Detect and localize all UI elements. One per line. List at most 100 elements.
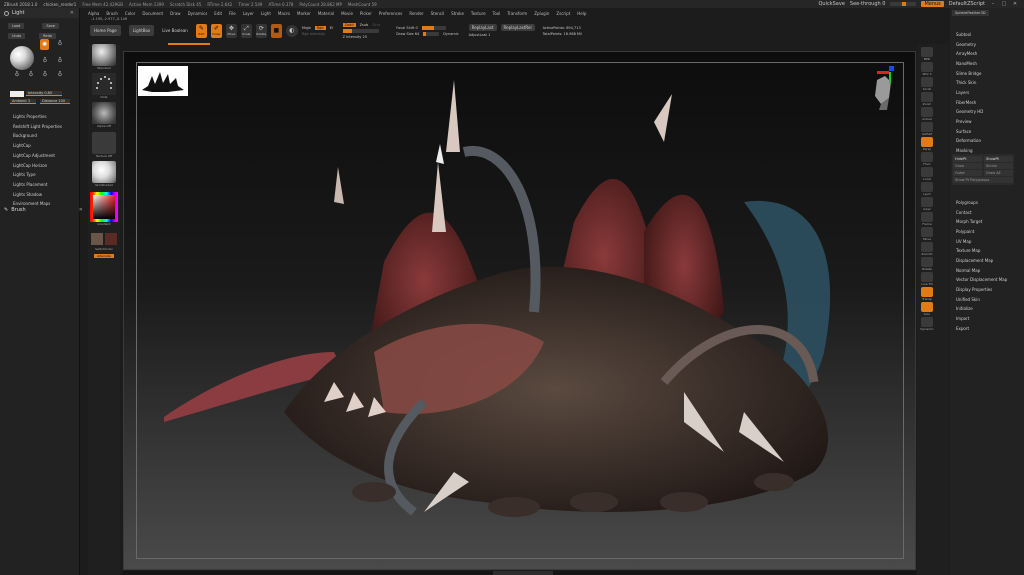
light-sphere-preview[interactable] [10,46,34,70]
menu-stroke[interactable]: Stroke [451,11,464,16]
subpalette-normal-map[interactable]: Normal Map [956,266,1007,276]
bottom-shelf-handle[interactable] [493,571,553,575]
subpalette-lightcap[interactable]: LightCap [13,141,62,151]
color-picker[interactable]: Gradient [90,192,118,226]
menu-alpha[interactable]: Alpha [88,11,99,16]
mrgb-toggle[interactable]: Mrgb [302,26,311,30]
draw-button[interactable]: ✐ Draw [210,23,222,38]
frame-button[interactable]: Frame [920,212,934,226]
menu-movie[interactable]: Movie [341,11,353,16]
spix-3-button[interactable]: SPix 3 [920,62,934,76]
focal-shift-slider[interactable] [421,25,446,30]
subpalette-polypaint[interactable]: Polypaint [956,227,1007,237]
menu-file[interactable]: File [229,11,236,16]
subpalette-surface[interactable]: Surface [956,127,983,137]
brush-selector[interactable]: Standard [91,44,117,70]
light-bulb-icon[interactable]: ♁ [57,71,63,78]
menu-stencil[interactable]: Stencil [431,11,445,16]
menu-draw[interactable]: Draw [170,11,180,16]
dynamic-toggle[interactable]: Dynamic [443,32,458,36]
subpalette-lights-shadow[interactable]: Lights Shadow [13,190,62,200]
stroke-icon[interactable]: ◐ [285,24,298,37]
subpalette-morph-target[interactable]: Morph Target [956,217,1007,227]
show-pt-polygroups-button[interactable]: Show Pt Polygroups [953,177,1013,183]
menu-dynamics[interactable]: Dynamics [188,11,208,16]
quicksave-button[interactable]: QuickSave [818,1,844,7]
subpalette-display-properties[interactable]: Display Properties [956,285,1007,295]
subpalette-vector-displacement-map[interactable]: Vector Displacement Map [956,275,1007,285]
subpalette-thick-skin[interactable]: Thick Skin [956,78,983,88]
hidept-button[interactable]: HidePt [953,156,982,162]
menu-render[interactable]: Render [409,11,423,16]
secondary-color-swatch[interactable] [105,233,117,245]
bpr-button[interactable]: BPR [920,47,934,61]
subpalette-initialize[interactable]: Initialize [956,304,1007,314]
aahalf-button[interactable]: AAHalf [920,122,934,136]
zoomd-button[interactable]: ZoomD [920,242,934,256]
menu-color[interactable]: Color [125,11,135,16]
menu-macro[interactable]: Macro [278,11,290,16]
subpalette-lights-placement[interactable]: Lights Placement [13,180,62,190]
undo-button[interactable]: Undo [8,33,26,39]
subpalette-nanomesh[interactable]: NanoMesh [956,59,983,69]
grow-button[interactable]: Grow [953,163,982,169]
menu-zscript[interactable]: Zscript [556,11,570,16]
maximize-icon[interactable]: □ [1001,1,1007,7]
light-bulb-icon[interactable]: ♁ [42,71,48,78]
menu-layer[interactable]: Layer [243,11,254,16]
canvas-viewport[interactable] [123,51,916,570]
live-boolean-button[interactable]: Live Boolean [158,25,192,36]
subpalette-redshift-light-properties[interactable]: Redshift Light Properties [13,122,62,132]
gxyz-button[interactable]: Gxyz [920,197,934,211]
floor-button[interactable]: Floor [920,152,934,166]
brush-palette-close-icon[interactable]: ✕ [79,207,83,213]
subpalette-geometry-hd[interactable]: Geometry HD [956,107,983,117]
light-bulb-icon[interactable]: ♁ [14,71,20,78]
edit-button[interactable]: ✎ Edit [195,23,207,38]
subpalette-lights-properties[interactable]: Lights Properties [13,112,62,122]
zcut-toggle[interactable]: Zcut [372,23,380,27]
menu-edit[interactable]: Edit [214,11,222,16]
intensity-slider[interactable]: Intensity 0.85 [26,91,62,96]
minimize-icon[interactable]: – [990,1,996,7]
subpalette-background[interactable]: Background [13,131,62,141]
rgb-toggle[interactable]: Rgb [314,25,326,30]
move-button[interactable]: Move [920,227,934,241]
menu-brush[interactable]: Brush [106,11,118,16]
material-swatch-button[interactable]: ■ [270,23,282,38]
light-bulb-icon[interactable]: ♁ [57,40,63,47]
subpalette-uv-map[interactable]: UV Map [956,237,1007,247]
alpha-selector[interactable]: Alpha Off [91,102,117,128]
save-button[interactable]: Save [42,23,59,29]
subpalette-contact[interactable]: Contact [956,208,1007,218]
rgb-intensity-label[interactable]: Rgb Intensity [302,32,325,36]
subpalette-preview[interactable]: Preview [956,117,983,127]
scale-button[interactable]: ⤢ Scale [240,23,252,38]
home-page-button[interactable]: Home Page [90,25,121,36]
subpalette-deformation[interactable]: Deformation [956,136,983,146]
subpalette-polygroups[interactable]: Polygroups [956,198,1007,208]
transp-button[interactable]: Transp [920,287,934,301]
light-bulb-icon[interactable]: ♁ [42,57,48,64]
menu-preferences[interactable]: Preferences [379,11,403,16]
replay-last-button[interactable]: ReplayLast [468,24,497,31]
subpalette-import[interactable]: Import [956,314,1007,324]
subpalette-lights-type[interactable]: Lights Type [13,170,62,180]
menu-material[interactable]: Material [318,11,334,16]
menus-button[interactable]: Menus [921,1,944,7]
move-button[interactable]: ✥ Move [225,23,237,38]
texture-selector[interactable]: Texture Off [91,132,117,158]
rotate-button[interactable]: Rotate [920,257,934,271]
light-color-swatch[interactable] [10,91,24,97]
menu-help[interactable]: Help [577,11,586,16]
local-button[interactable]: Local [920,167,934,181]
m-toggle[interactable]: M [330,26,333,30]
menu-picker[interactable]: Picker [360,11,372,16]
current-subtool-label[interactable]: SphereFeather3D [952,10,989,16]
ambient-slider[interactable]: Ambient 3 [10,99,36,104]
menu-texture[interactable]: Texture [471,11,486,16]
brush-palette-header[interactable]: ✎ Brush ✕ [4,207,83,213]
light-palette-header[interactable]: Light [0,8,79,18]
subpalette-layers[interactable]: Layers [956,88,983,98]
light-bulb-icon[interactable]: ♁ [28,71,34,78]
